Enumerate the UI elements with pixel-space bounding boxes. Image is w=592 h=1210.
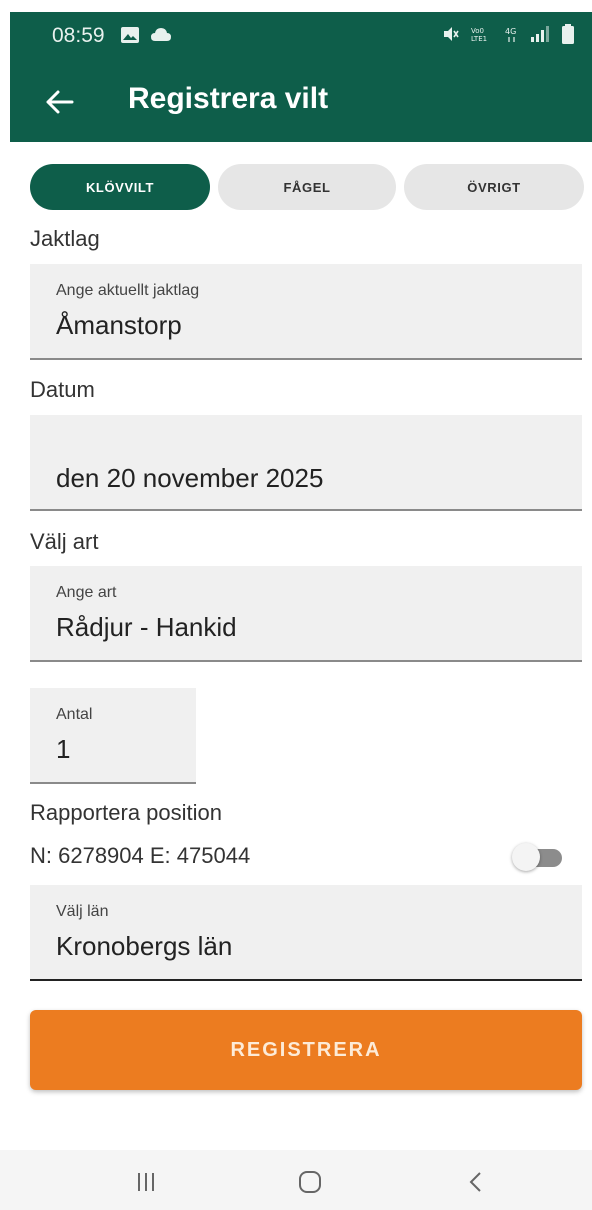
svg-text:4G: 4G bbox=[505, 27, 516, 36]
lan-value: Kronobergs län bbox=[56, 931, 233, 961]
art-field-label: Ange art bbox=[56, 584, 117, 601]
antal-value: 1 bbox=[56, 734, 71, 764]
svg-text:Vo0: Vo0 bbox=[471, 27, 484, 35]
svg-text:LTE1: LTE1 bbox=[471, 35, 487, 43]
jaktlag-field-label: Ange aktuellt jaktlag bbox=[56, 282, 200, 299]
toggle-knob bbox=[512, 843, 540, 871]
recent-apps-button[interactable] bbox=[116, 1160, 176, 1204]
jaktlag-section-label: Jaktlag bbox=[30, 226, 100, 251]
volte-icon: Vo0 LTE1 bbox=[471, 27, 487, 43]
battery-icon bbox=[562, 24, 574, 44]
jaktlag-value: Åmanstorp bbox=[56, 310, 182, 340]
home-button[interactable] bbox=[280, 1160, 340, 1204]
position-toggle[interactable] bbox=[512, 843, 564, 873]
art-field[interactable]: Ange art Rådjur - Hankid bbox=[30, 566, 582, 662]
page-title: Registrera vilt bbox=[128, 82, 329, 115]
datum-field[interactable]: den 20 november 2025 bbox=[30, 415, 582, 511]
image-icon bbox=[121, 27, 139, 43]
lan-field-label: Välj län bbox=[56, 903, 109, 920]
recent-apps-icon bbox=[138, 1173, 154, 1191]
status-time: 08:59 bbox=[52, 24, 105, 47]
system-nav-bar bbox=[0, 1150, 592, 1210]
screen-frame bbox=[0, 0, 592, 12]
arrow-left-icon[interactable] bbox=[40, 82, 80, 122]
art-section-label: Välj art bbox=[30, 529, 99, 554]
jaktlag-field[interactable]: Ange aktuellt jaktlag Åmanstorp bbox=[30, 264, 582, 360]
tab-klovvilt[interactable]: KLÖVVILT bbox=[30, 164, 210, 210]
signal-icon bbox=[531, 26, 549, 42]
registrera-button[interactable]: REGISTRERA bbox=[30, 1010, 582, 1090]
lan-field[interactable]: Välj län Kronobergs län bbox=[30, 885, 582, 981]
tab-fagel[interactable]: FÅGEL bbox=[218, 164, 396, 210]
datum-section-label: Datum bbox=[30, 377, 95, 402]
tab-label: KLÖVVILT bbox=[85, 179, 155, 195]
status-right-icons: Vo0 LTE1 4G bbox=[442, 24, 574, 44]
registrera-button-label: REGISTRERA bbox=[230, 1038, 382, 1061]
tab-ovrigt[interactable]: ÖVRIGT bbox=[404, 164, 584, 210]
tab-label: FÅGEL bbox=[283, 179, 331, 195]
tab-label: ÖVRIGT bbox=[467, 179, 521, 195]
network-4g-icon: 4G bbox=[505, 27, 516, 42]
position-coordinates: N: 6278904 E: 475044 bbox=[30, 843, 251, 868]
mute-icon bbox=[444, 27, 459, 41]
system-back-button[interactable] bbox=[446, 1160, 506, 1204]
app-bar: 08:59 Vo0 LTE1 4G Registrera vilt bbox=[10, 12, 592, 142]
position-label: Rapportera position bbox=[30, 800, 223, 825]
antal-field[interactable]: Antal 1 bbox=[30, 688, 196, 784]
antal-field-label: Antal bbox=[56, 706, 93, 723]
status-left-icons bbox=[120, 26, 172, 44]
cloud-icon bbox=[151, 28, 171, 41]
back-icon bbox=[469, 1172, 481, 1192]
datum-value: den 20 november 2025 bbox=[56, 463, 324, 493]
category-tabs: KLÖVVILT FÅGEL ÖVRIGT bbox=[30, 164, 584, 210]
home-icon bbox=[299, 1171, 321, 1193]
art-value: Rådjur - Hankid bbox=[56, 612, 237, 642]
